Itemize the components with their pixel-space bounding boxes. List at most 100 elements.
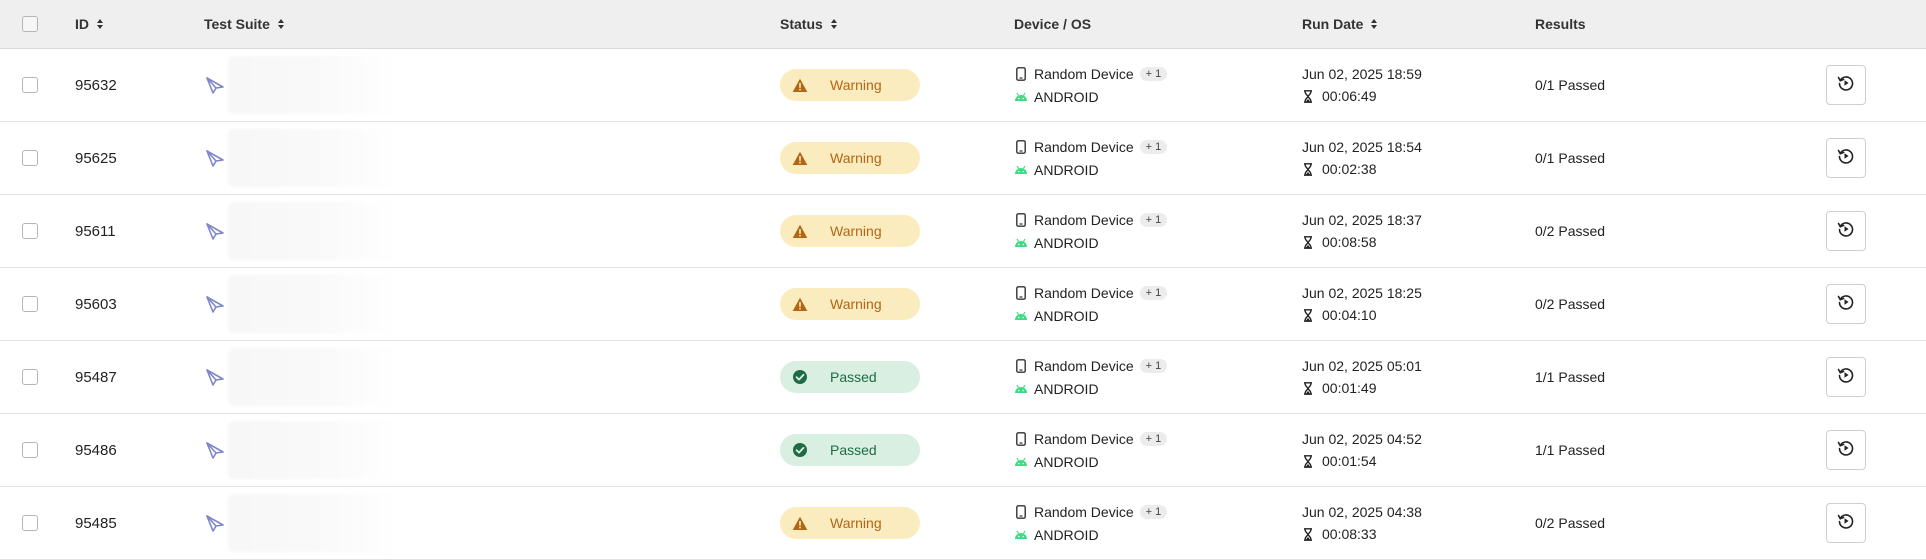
table-row[interactable]: 95487 Passed Random Device + 1 ANDROID J… — [0, 341, 1926, 414]
phone-icon — [1014, 285, 1028, 301]
status-badge: Warning — [780, 142, 920, 174]
table-row[interactable]: 95625 Warning Random Device + 1 ANDROID … — [0, 122, 1926, 195]
status-badge: Warning — [780, 288, 920, 320]
results-summary: 0/1 Passed — [1535, 77, 1606, 93]
test-suite-cell[interactable] — [204, 268, 764, 340]
additional-devices-count[interactable]: + 1 — [1139, 431, 1168, 446]
rerun-button[interactable] — [1826, 357, 1866, 397]
rerun-button[interactable] — [1826, 284, 1866, 324]
run-id-cell: 95611 — [75, 195, 195, 267]
status-badge: Warning — [780, 69, 920, 101]
results-summary: 0/1 Passed — [1535, 150, 1606, 166]
action-cell — [1825, 341, 1867, 413]
rerun-button[interactable] — [1826, 503, 1866, 543]
run-date: Jun 02, 2025 04:52 — [1302, 431, 1422, 447]
results-summary: 1/1 Passed — [1535, 442, 1606, 458]
os-name: ANDROID — [1034, 88, 1099, 105]
status-cell: Passed — [780, 414, 980, 486]
additional-devices-count[interactable]: + 1 — [1139, 504, 1168, 519]
results-summary: 0/2 Passed — [1535, 515, 1606, 531]
test-suite-icon — [204, 74, 226, 96]
rerun-icon — [1837, 439, 1855, 462]
test-suite-icon — [204, 293, 226, 315]
row-checkbox[interactable] — [22, 223, 38, 239]
run-id-cell: 95486 — [75, 414, 195, 486]
additional-devices-count[interactable]: + 1 — [1139, 212, 1168, 227]
os-name: ANDROID — [1034, 453, 1099, 470]
device-os-cell: Random Device + 1 ANDROID — [1014, 414, 1274, 486]
test-suite-cell[interactable] — [204, 195, 764, 267]
run-date: Jun 02, 2025 04:38 — [1302, 504, 1422, 520]
test-runs-table: ID Test Suite Status Device / OS Run Dat… — [0, 0, 1926, 560]
column-header-status[interactable]: Status — [780, 0, 980, 48]
results-cell: 0/2 Passed — [1535, 268, 1735, 340]
test-suite-cell[interactable] — [204, 414, 764, 486]
hourglass-icon — [1302, 235, 1314, 249]
table-row[interactable]: 95486 Passed Random Device + 1 ANDROID J… — [0, 414, 1926, 487]
android-icon — [1014, 454, 1028, 470]
run-date-cell: Jun 02, 2025 18:37 00:08:58 — [1302, 195, 1532, 267]
row-select-cell — [22, 487, 42, 559]
sort-icon — [277, 19, 284, 29]
column-header-id[interactable]: ID — [75, 0, 195, 48]
results-cell: 0/1 Passed — [1535, 49, 1735, 121]
device-name: Random Device — [1034, 138, 1134, 155]
additional-devices-count[interactable]: + 1 — [1139, 66, 1168, 81]
test-suite-icon — [204, 439, 226, 461]
additional-devices-count[interactable]: + 1 — [1139, 285, 1168, 300]
rerun-button[interactable] — [1826, 211, 1866, 251]
status-cell: Warning — [780, 49, 980, 121]
additional-devices-count[interactable]: + 1 — [1139, 139, 1168, 154]
device-name: Random Device — [1034, 503, 1134, 520]
table-row[interactable]: 95485 Warning Random Device + 1 ANDROID … — [0, 487, 1926, 560]
table-row[interactable]: 95603 Warning Random Device + 1 ANDROID … — [0, 268, 1926, 341]
test-suite-cell[interactable] — [204, 487, 764, 559]
test-suite-cell[interactable] — [204, 341, 764, 413]
select-all-checkbox[interactable] — [22, 16, 38, 32]
rerun-button[interactable] — [1826, 430, 1866, 470]
column-header-run-date-label: Run Date — [1302, 16, 1364, 32]
test-suite-cell[interactable] — [204, 122, 764, 194]
device-name: Random Device — [1034, 65, 1134, 82]
row-select-cell — [22, 414, 42, 486]
row-checkbox[interactable] — [22, 515, 38, 531]
row-select-cell — [22, 195, 42, 267]
android-icon — [1014, 235, 1028, 251]
table-body: 95632 Warning Random Device + 1 ANDROID … — [0, 49, 1926, 560]
column-header-test-suite[interactable]: Test Suite — [204, 0, 764, 48]
device-name: Random Device — [1034, 211, 1134, 228]
run-duration: 00:02:38 — [1322, 161, 1377, 177]
os-name: ANDROID — [1034, 307, 1099, 324]
table-row[interactable]: 95632 Warning Random Device + 1 ANDROID … — [0, 49, 1926, 122]
additional-devices-count[interactable]: + 1 — [1139, 358, 1168, 373]
action-cell — [1825, 49, 1867, 121]
action-cell — [1825, 414, 1867, 486]
run-id-cell: 95603 — [75, 268, 195, 340]
column-header-run-date[interactable]: Run Date — [1302, 0, 1532, 48]
run-date: Jun 02, 2025 18:59 — [1302, 66, 1422, 82]
os-name: ANDROID — [1034, 234, 1099, 251]
test-suite-name-redacted — [228, 56, 398, 114]
row-checkbox[interactable] — [22, 369, 38, 385]
phone-icon — [1014, 358, 1028, 374]
test-suite-name-redacted — [228, 129, 398, 187]
hourglass-icon — [1302, 527, 1314, 541]
table-row[interactable]: 95611 Warning Random Device + 1 ANDROID … — [0, 195, 1926, 268]
rerun-button[interactable] — [1826, 138, 1866, 178]
table-header: ID Test Suite Status Device / OS Run Dat… — [0, 0, 1926, 49]
results-cell: 1/1 Passed — [1535, 341, 1735, 413]
hourglass-icon — [1302, 308, 1314, 322]
row-checkbox[interactable] — [22, 77, 38, 93]
rerun-button[interactable] — [1826, 65, 1866, 105]
warning-triangle-icon — [792, 223, 808, 239]
action-cell — [1825, 268, 1867, 340]
run-duration: 00:08:58 — [1322, 234, 1377, 250]
row-select-cell — [22, 49, 42, 121]
row-checkbox[interactable] — [22, 442, 38, 458]
row-checkbox[interactable] — [22, 296, 38, 312]
test-suite-cell[interactable] — [204, 49, 764, 121]
phone-icon — [1014, 431, 1028, 447]
run-id-cell: 95487 — [75, 341, 195, 413]
row-checkbox[interactable] — [22, 150, 38, 166]
device-name: Random Device — [1034, 430, 1134, 447]
